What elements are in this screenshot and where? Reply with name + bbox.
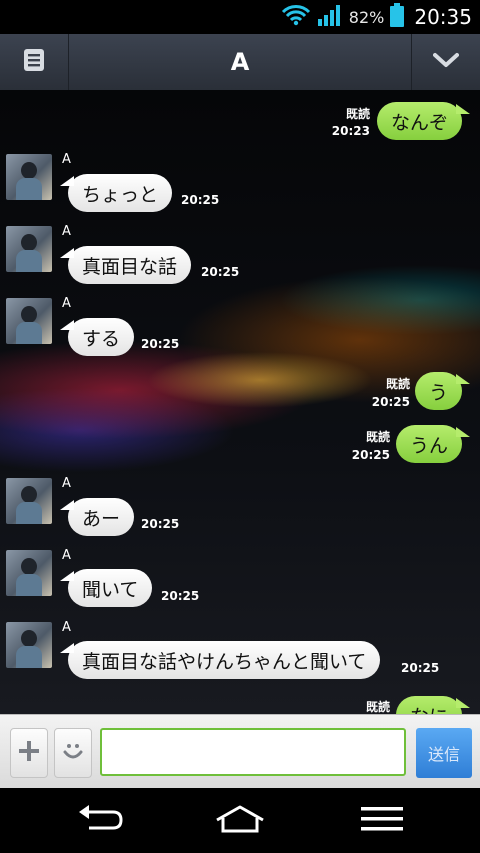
back-icon	[75, 804, 125, 838]
sender-name: A	[62, 620, 71, 635]
message-time: 20:25	[161, 589, 200, 603]
message-time: 20:25	[141, 337, 180, 351]
sticker-button[interactable]	[54, 728, 92, 778]
message-time: 20:25	[401, 661, 440, 675]
message-input-bar: 送信	[0, 714, 480, 789]
message-time: 20:25	[351, 448, 390, 462]
plus-icon	[18, 740, 40, 766]
message-time: 20:25	[141, 517, 180, 531]
chevron-down-icon	[433, 52, 459, 72]
message-bubble[interactable]: 真面目な話やけんちゃんと聞いて	[59, 641, 381, 679]
sender-name: A	[62, 476, 71, 491]
message-time: 20:25	[201, 265, 240, 279]
status-clock: 20:35	[414, 5, 472, 29]
sender-name: A	[62, 152, 71, 167]
signal-icon	[317, 4, 343, 30]
message-bubble[interactable]: う	[414, 372, 471, 410]
battery-percentage: 82%	[348, 7, 385, 27]
message-bubble[interactable]: 聞いて	[59, 569, 153, 607]
message-bubble[interactable]: うん	[395, 425, 471, 463]
message-bubble[interactable]: 真面目な話	[59, 246, 192, 284]
smiley-icon	[61, 739, 85, 767]
send-button[interactable]: 送信	[416, 728, 472, 778]
message-bubble[interactable]: あー	[59, 498, 135, 536]
back-button[interactable]	[40, 788, 160, 853]
avatar[interactable]	[6, 226, 52, 272]
dropdown-button[interactable]	[411, 34, 480, 90]
chat-area[interactable]: 既読 20:23 なんぞ A ちょっと 20:25 A 真面目な話 20:25 …	[0, 90, 480, 714]
status-indicators: 82% 20:35	[281, 0, 472, 34]
sender-name: A	[62, 224, 71, 239]
message-bubble[interactable]: なに	[395, 696, 471, 714]
menu-button[interactable]	[0, 34, 69, 90]
sender-name: A	[62, 296, 71, 311]
add-button[interactable]	[10, 728, 48, 778]
message-input[interactable]	[100, 728, 406, 776]
read-receipt: 既読	[385, 377, 410, 391]
system-nav-bar	[0, 788, 480, 853]
status-bar: 82% 20:35	[0, 0, 480, 34]
avatar[interactable]	[6, 550, 52, 596]
message-time: 20:25	[181, 193, 220, 207]
chat-title: A	[230, 48, 250, 76]
read-receipt: 既読	[365, 430, 390, 444]
avatar[interactable]	[6, 622, 52, 668]
message-bubble[interactable]: する	[59, 318, 135, 356]
avatar[interactable]	[6, 298, 52, 344]
message-bubble[interactable]: なんぞ	[376, 102, 471, 140]
read-receipt: 既読	[365, 700, 390, 714]
avatar[interactable]	[6, 154, 52, 200]
recent-apps-button[interactable]	[322, 788, 442, 853]
home-icon	[214, 804, 266, 838]
sender-name: A	[62, 548, 71, 563]
wifi-icon	[281, 4, 311, 30]
battery-icon	[390, 3, 405, 31]
home-button[interactable]	[180, 788, 300, 853]
message-time: 20:23	[331, 124, 370, 138]
avatar[interactable]	[6, 478, 52, 524]
chat-header: A	[0, 34, 480, 91]
menu-lines-icon	[360, 805, 404, 837]
message-bubble[interactable]: ちょっと	[59, 174, 173, 212]
read-receipt: 既読	[345, 107, 370, 121]
message-time: 20:25	[371, 395, 410, 409]
menu-icon	[23, 48, 45, 76]
